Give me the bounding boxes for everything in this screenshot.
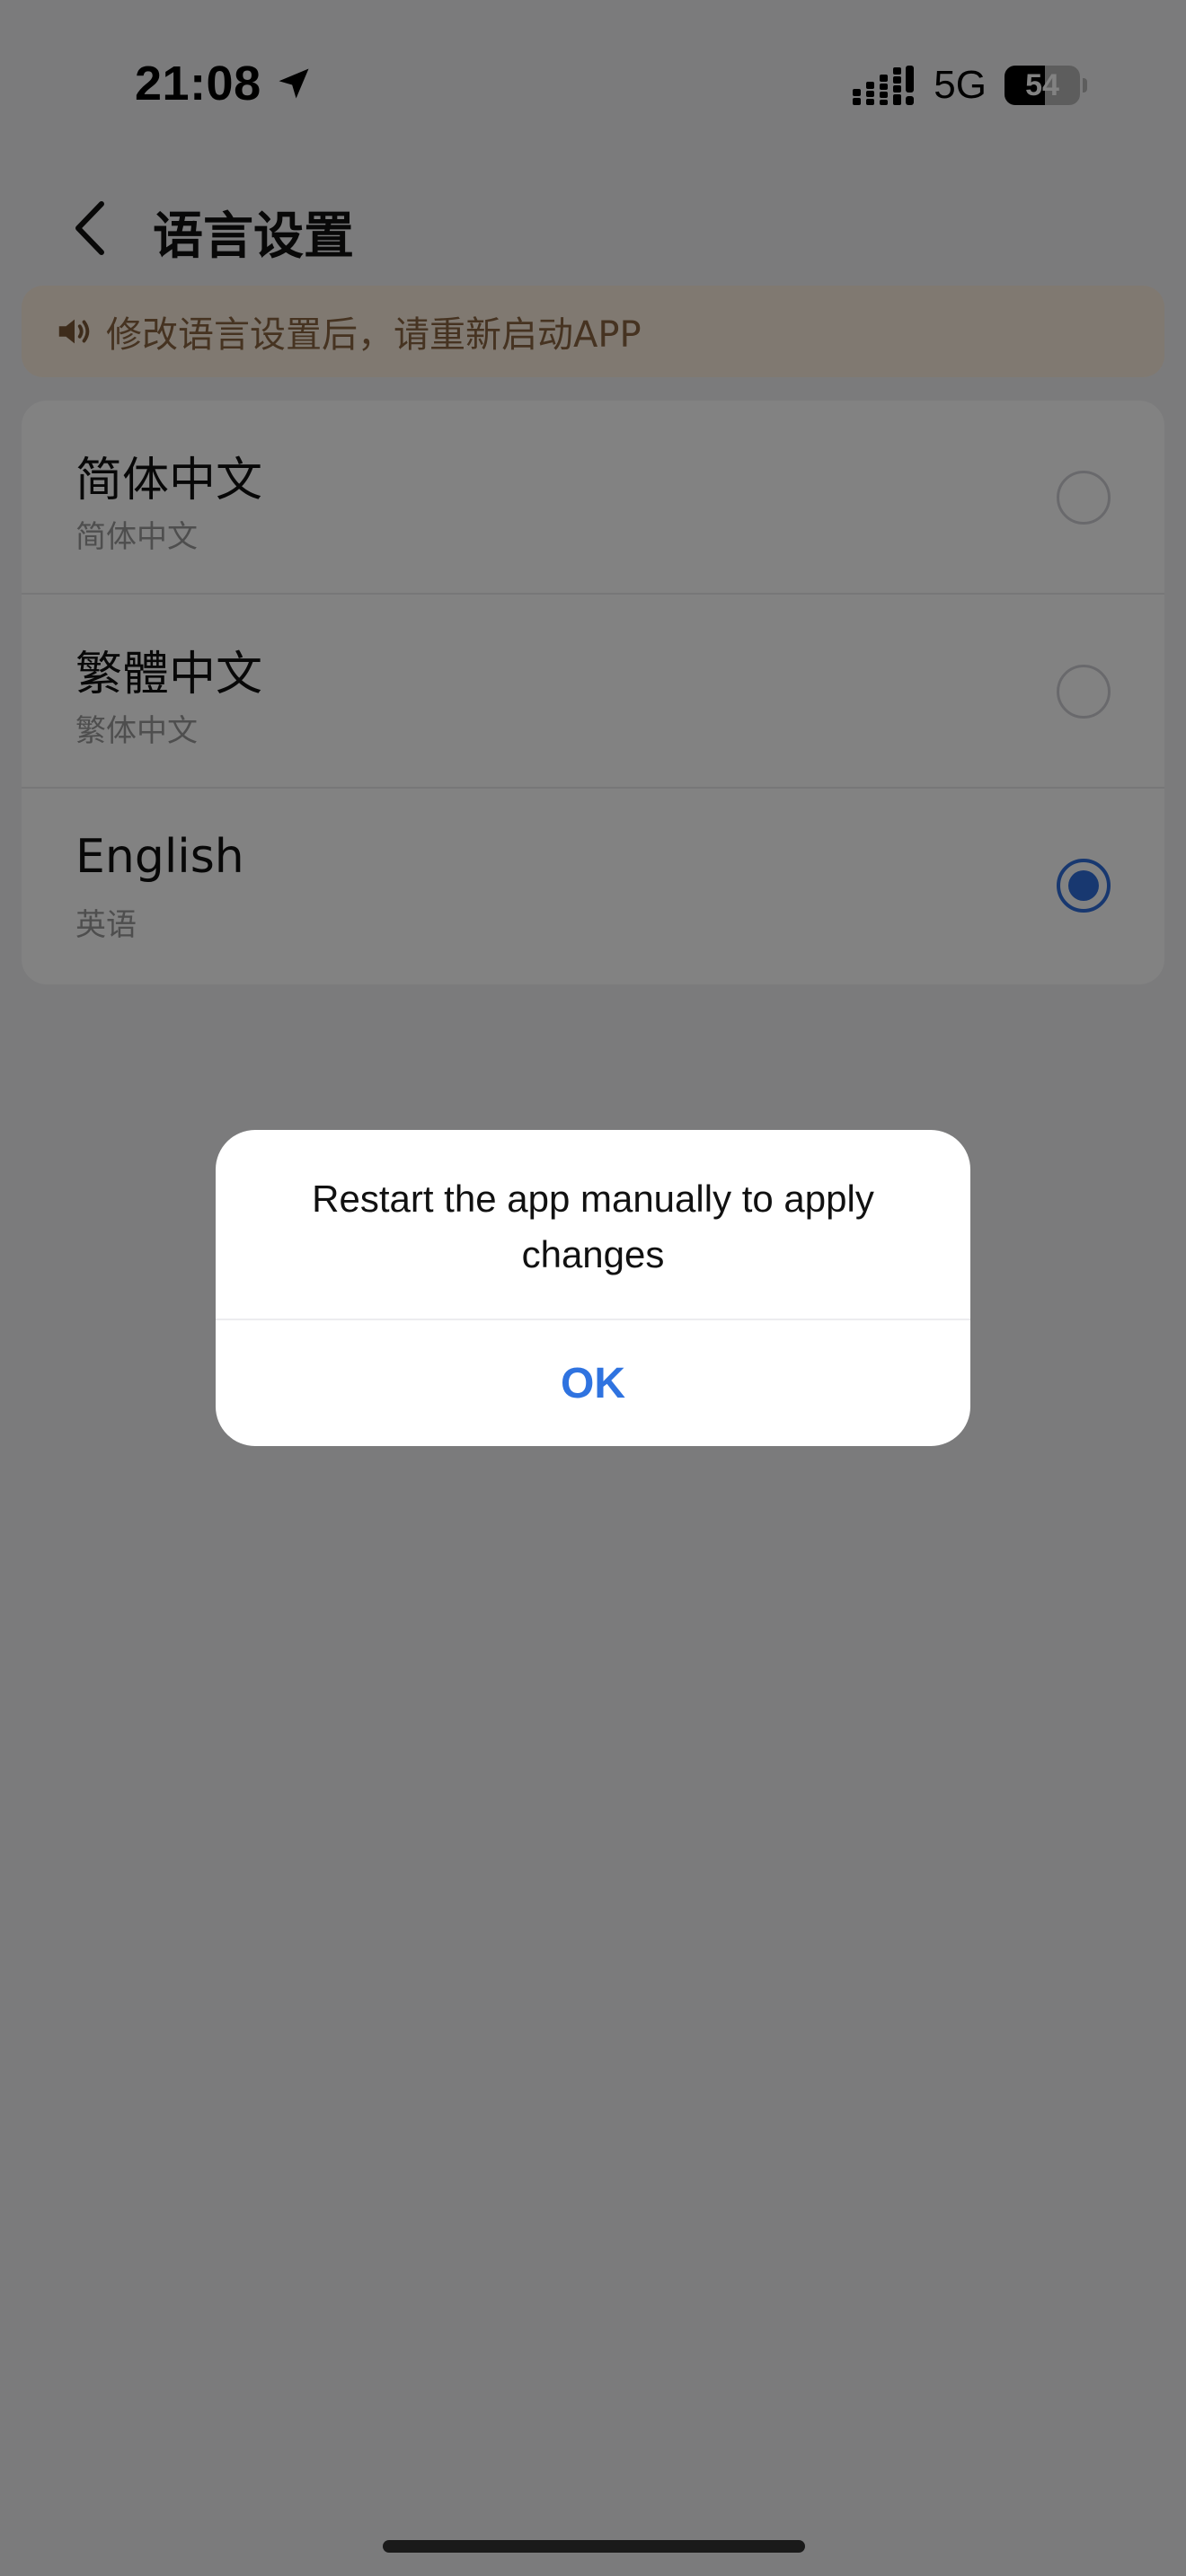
ok-button[interactable]: OK	[216, 1320, 970, 1446]
dialog-message: Restart the app manually to apply change…	[312, 1178, 874, 1275]
restart-alert-dialog: Restart the app manually to apply change…	[216, 1130, 970, 1446]
home-indicator[interactable]	[383, 2540, 805, 2553]
